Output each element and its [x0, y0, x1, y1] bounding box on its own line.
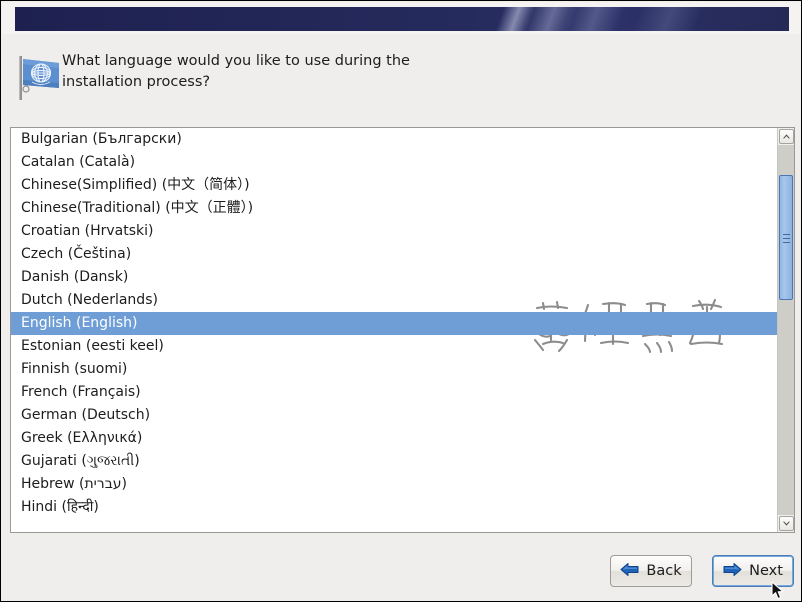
list-item[interactable]: Greek (Ελληνικά) — [11, 427, 777, 450]
list-item[interactable]: Gujarati (ગુજરાતી) — [11, 450, 777, 473]
list-item[interactable]: English (English) — [11, 312, 777, 335]
list-item[interactable]: Dutch (Nederlands) — [11, 289, 777, 312]
list-item[interactable]: Estonian (eesti keel) — [11, 335, 777, 358]
arrow-left-icon — [620, 562, 639, 581]
list-scrollbar[interactable] — [777, 128, 794, 532]
un-flag-icon — [15, 55, 63, 101]
list-item[interactable]: Finnish (suomi) — [11, 358, 777, 381]
list-item[interactable]: Hindi (हिन्दी) — [11, 496, 777, 519]
language-listbox[interactable]: Bulgarian (Български)Catalan (Català)Chi… — [10, 127, 795, 533]
scrollbar-thumb[interactable] — [779, 175, 793, 300]
back-button[interactable]: Back — [610, 555, 692, 587]
back-button-label: Back — [646, 564, 681, 579]
chevron-up-icon[interactable] — [779, 129, 794, 144]
scrollbar-track[interactable] — [778, 145, 794, 515]
banner-frame — [2, 2, 802, 34]
list-item[interactable]: Croatian (Hrvatski) — [11, 220, 777, 243]
list-item[interactable]: Bulgarian (Български) — [11, 128, 777, 151]
arrow-right-icon — [723, 562, 742, 581]
next-button[interactable]: Next — [712, 555, 794, 587]
prompt-text: What language would you like to use duri… — [62, 51, 762, 93]
language-list[interactable]: Bulgarian (Български)Catalan (Català)Chi… — [11, 128, 777, 519]
installer-window: What language would you like to use duri… — [0, 0, 802, 602]
prompt-row: What language would you like to use duri… — [15, 51, 775, 111]
list-item[interactable]: Chinese(Simplified) (中文（简体）) — [11, 174, 777, 197]
header-banner — [15, 7, 789, 31]
list-item[interactable]: German (Deutsch) — [11, 404, 777, 427]
language-list-viewport[interactable]: Bulgarian (Български)Catalan (Català)Chi… — [11, 128, 777, 532]
button-bar: Back Next — [1, 553, 802, 597]
list-item[interactable]: Hebrew (עברית) — [11, 473, 777, 496]
list-item[interactable]: Chinese(Traditional) (中文（正體）) — [11, 197, 777, 220]
list-item[interactable]: Czech (Čeština) — [11, 243, 777, 266]
list-item[interactable]: French (Français) — [11, 381, 777, 404]
list-item[interactable]: Danish (Dansk) — [11, 266, 777, 289]
list-item[interactable]: Catalan (Català) — [11, 151, 777, 174]
next-button-label: Next — [749, 564, 783, 579]
chevron-down-icon[interactable] — [779, 516, 794, 531]
